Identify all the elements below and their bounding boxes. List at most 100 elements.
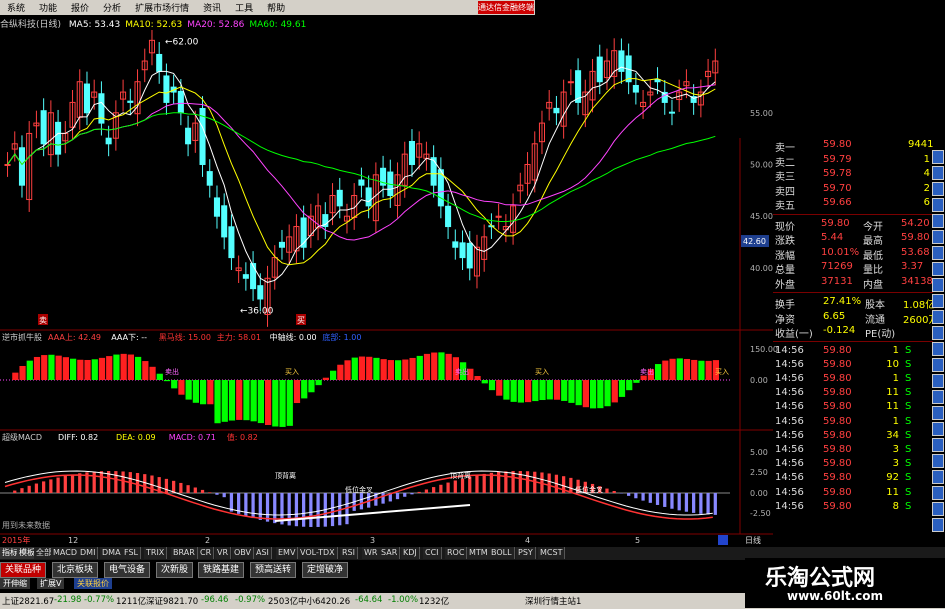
toolbar-button[interactable] (932, 294, 944, 308)
macd-annotation: 顶背离 (450, 471, 471, 480)
trade-tick-row: 14:56 59.80 34 S (773, 429, 933, 444)
indicator1-bar (156, 373, 163, 380)
indicator2-legend-item: MACD: 0.71 (169, 433, 216, 442)
toolbar-button[interactable] (932, 358, 944, 372)
order-volume: 6 (923, 197, 930, 208)
bottom-tab[interactable]: 扩展V (37, 578, 65, 589)
toolbar-button[interactable] (932, 390, 944, 404)
toolbar-button[interactable] (932, 214, 944, 228)
trade-tick-row: 14:56 59.80 1 S (773, 344, 933, 359)
toolbar-button[interactable] (932, 262, 944, 276)
toolbar-button[interactable] (932, 326, 944, 340)
indicator-tab[interactable]: ASI (254, 547, 272, 559)
toolbar-button[interactable] (932, 454, 944, 468)
indicator1-bar (185, 380, 192, 400)
sector-tab[interactable]: 电气设备 (104, 562, 151, 578)
toolbar-button[interactable] (932, 518, 944, 532)
candle-body (452, 241, 459, 248)
indicator1-bar (546, 380, 553, 400)
indicator-tab[interactable]: MCST (538, 547, 566, 559)
x-axis-year: 2015年 (2, 535, 30, 545)
indicator1-bar (510, 380, 517, 402)
indicator-tab[interactable]: RSI (340, 547, 358, 559)
toolbar-button[interactable] (932, 166, 944, 180)
indicator1-signal-label: 买入 (535, 368, 549, 376)
quote-cell: 37131 (821, 275, 853, 287)
sector-tab[interactable]: 北京板块 (52, 562, 99, 578)
indicator-tab[interactable]: MTM (467, 547, 491, 559)
indicator-tab[interactable]: BRAR (171, 547, 198, 559)
indicator1-bar (676, 358, 683, 380)
indicator-tab[interactable]: CR (198, 547, 215, 559)
buy-marker: 买 (297, 316, 305, 325)
quote-cell: 59.80 (823, 443, 852, 455)
indicator-tab[interactable]: ROC (445, 547, 468, 559)
indicator-tab[interactable]: TRIX (144, 547, 168, 559)
bottom-tab[interactable]: 开伸缩 (0, 578, 30, 589)
indicator-tab[interactable]: DMA (100, 547, 124, 559)
toolbar-button[interactable] (932, 342, 944, 356)
bottom-tab[interactable]: 关联报价 (74, 578, 112, 589)
sector-tab[interactable]: 铁路基建 (198, 562, 245, 578)
indicator1-legend-item: 底部: 1.00 (322, 332, 361, 342)
toolbar-button[interactable] (932, 198, 944, 212)
toolbar-button[interactable] (932, 150, 944, 164)
indicator-tab[interactable]: VR (215, 547, 232, 559)
indicator1-bar (532, 380, 539, 402)
indicator1-bar (106, 356, 113, 380)
candle-body (466, 242, 473, 269)
indicator-tab[interactable]: OBV (232, 547, 255, 559)
status-item: 深证9821.70 (146, 597, 199, 607)
sector-tab[interactable]: 关联品种 (0, 562, 47, 578)
toolbar-button[interactable] (932, 374, 944, 388)
indicator1-bar (503, 380, 510, 400)
toolbar-button[interactable] (932, 438, 944, 452)
indicator-tab[interactable]: FSL (122, 547, 141, 559)
toolbar-button[interactable] (932, 310, 944, 324)
indicator-tab[interactable]: WR (362, 547, 381, 559)
indicator1-bar (438, 352, 445, 380)
toolbar-button[interactable] (932, 422, 944, 436)
quote-cell: 71269 (821, 261, 853, 272)
indicator2-legend-item: 值: 0.82 (227, 432, 258, 442)
quote-cell: 59.78 (823, 168, 852, 179)
indicator1-bar (171, 380, 178, 389)
candle-body (177, 90, 184, 114)
indicator1-signal-label: 买入 (715, 368, 729, 376)
toolbar-button[interactable] (932, 470, 944, 484)
indicator-tab[interactable]: EMV (276, 547, 299, 559)
indicator-tab[interactable]: CCI (423, 547, 442, 559)
indicator1-bar (373, 357, 380, 380)
toolbar-button[interactable] (932, 502, 944, 516)
indicator1-signal-label: 买入 (285, 368, 299, 376)
toolbar-button[interactable] (932, 182, 944, 196)
quote-cell: 14:56 (775, 415, 804, 427)
sector-tab[interactable]: 次新股 (156, 562, 194, 578)
indicator-tab[interactable]: BOLL (489, 547, 515, 559)
indicator1-bar (70, 358, 77, 380)
toolbar-button[interactable] (932, 278, 944, 292)
quote-cell: 59.80 (823, 344, 852, 356)
x-axis-month: 5 (635, 536, 640, 545)
toolbar-button[interactable] (932, 230, 944, 244)
indicator-tab[interactable]: DMI (78, 547, 99, 559)
candle-body (18, 147, 25, 186)
toolbar-button[interactable] (932, 246, 944, 260)
quote-stat-row: 净资 6.65 流通 2600万 (773, 310, 938, 326)
indicator1-bar (308, 380, 315, 393)
indicator-tab[interactable]: PSY (516, 547, 536, 559)
candle-body (250, 263, 257, 290)
sector-tab[interactable]: 预高送转 (250, 562, 297, 578)
indicator-tab[interactable]: VOL-TDX (298, 547, 338, 559)
indicator-tab[interactable]: SAR (379, 547, 401, 559)
sector-tab[interactable]: 定增破净 (302, 562, 349, 578)
quote-cell: 11 (886, 387, 899, 399)
indicator-tab[interactable]: KDJ (401, 547, 420, 559)
candle-body (632, 84, 639, 93)
indicator1-bar (423, 353, 431, 380)
toolbar-button[interactable] (932, 406, 944, 420)
candle-body (408, 140, 416, 165)
indicator-tab[interactable]: MACD (51, 547, 80, 559)
toolbar-button[interactable] (932, 486, 944, 500)
indicator2-tick: 0.00 (750, 489, 768, 498)
